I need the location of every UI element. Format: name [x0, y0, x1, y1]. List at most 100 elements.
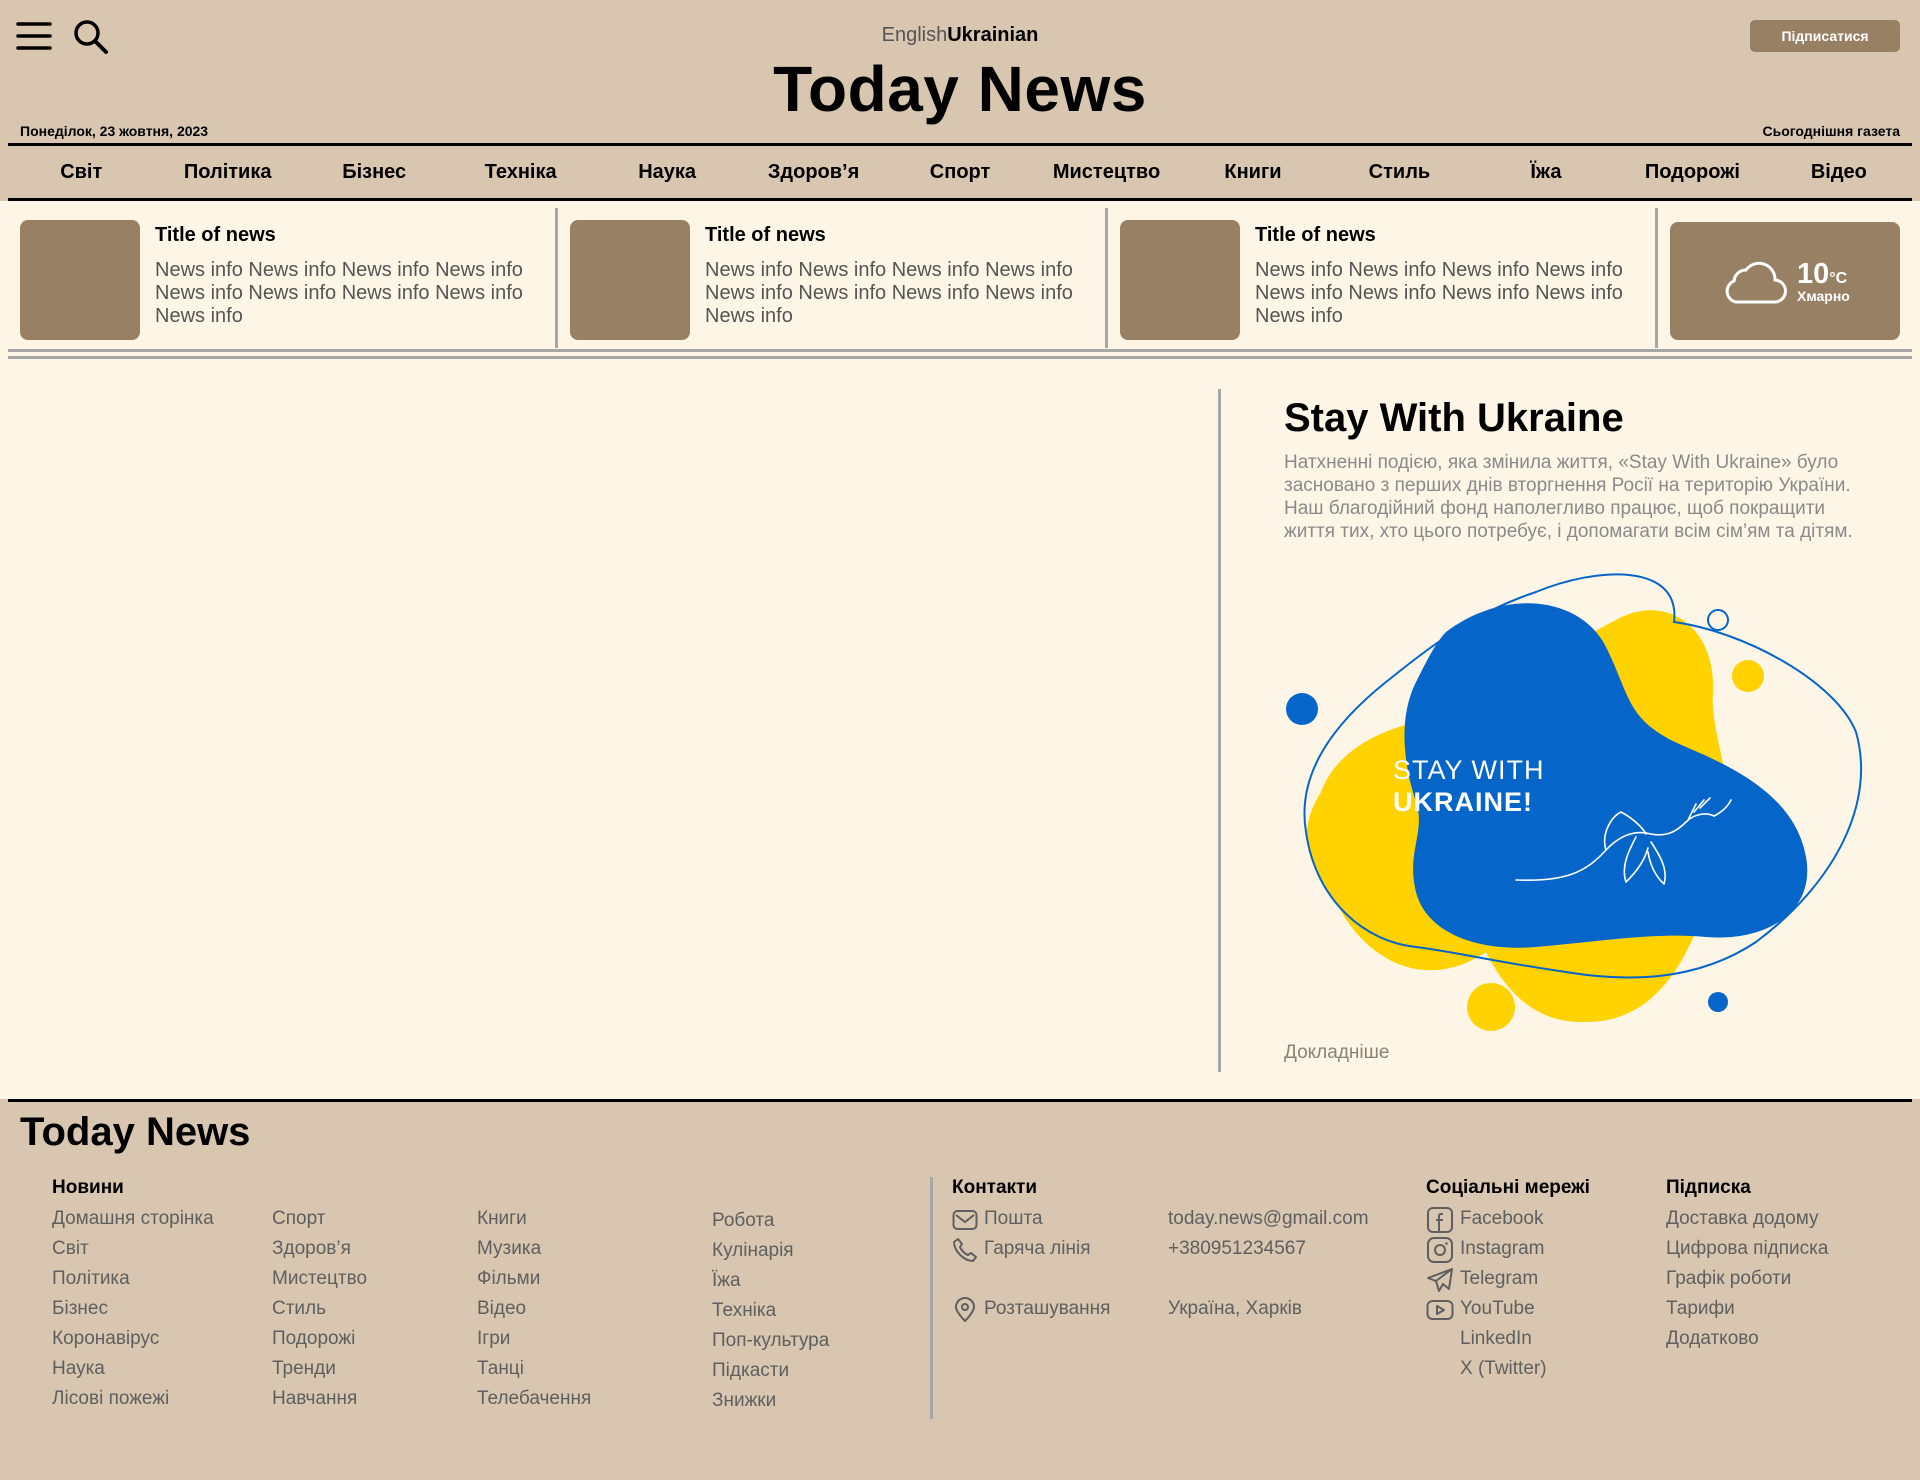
- social-label: Facebook: [1460, 1208, 1544, 1229]
- section-divider: [8, 349, 1912, 352]
- nav-item-business[interactable]: Бізнес: [301, 161, 447, 184]
- nav-item-arts[interactable]: Мистецтво: [1033, 161, 1179, 184]
- footer-link[interactable]: Книги: [477, 1205, 591, 1235]
- news-card[interactable]: Title of news News info News info News i…: [558, 208, 1108, 348]
- footer-link[interactable]: Лісові пожежі: [52, 1385, 214, 1415]
- main-nav: Світ Політика Бізнес Техніка Наука Здоро…: [8, 146, 1912, 198]
- contact-label: Пошта: [984, 1208, 1043, 1229]
- nav-item-travel[interactable]: Подорожі: [1619, 161, 1765, 184]
- contact-mail[interactable]: Пошта today.news@gmail.com: [952, 1205, 1369, 1235]
- footer-link[interactable]: Цифрова підписка: [1666, 1235, 1828, 1265]
- footer-link[interactable]: Фільми: [477, 1265, 591, 1295]
- contact-location[interactable]: Розташування Україна, Харків: [952, 1295, 1369, 1325]
- footer-link[interactable]: Техніка: [712, 1297, 829, 1327]
- graphic-text-line1: STAY WITH: [1393, 755, 1545, 785]
- social-facebook[interactable]: Facebook: [1426, 1205, 1590, 1235]
- social-label: Instagram: [1460, 1238, 1545, 1259]
- social-label: LinkedIn: [1460, 1328, 1532, 1349]
- footer-link[interactable]: Спорт: [272, 1205, 367, 1235]
- read-more-link[interactable]: Докладніше: [1284, 1042, 1389, 1064]
- footer-link[interactable]: Підкасти: [712, 1357, 829, 1387]
- footer-link[interactable]: Знижки: [712, 1387, 829, 1417]
- contact-phone-value[interactable]: +380951234567: [1168, 1235, 1306, 1265]
- social-label: X (Twitter): [1460, 1358, 1547, 1379]
- news-card[interactable]: Title of news News info News info News i…: [8, 208, 558, 348]
- footer-link[interactable]: Графік роботи: [1666, 1265, 1828, 1295]
- nav-item-sport[interactable]: Спорт: [887, 161, 1033, 184]
- news-info: News info News info News info News info …: [705, 259, 1073, 327]
- footer-link[interactable]: Телебачення: [477, 1385, 591, 1415]
- social-linkedin[interactable]: LinkedIn: [1426, 1325, 1590, 1355]
- footer-column-divider: [930, 1177, 933, 1419]
- footer-link[interactable]: Їжа: [712, 1267, 829, 1297]
- social-youtube[interactable]: YouTube: [1426, 1295, 1590, 1325]
- nav-item-science[interactable]: Наука: [594, 161, 740, 184]
- footer-link[interactable]: Подорожі: [272, 1325, 367, 1355]
- subscribe-button[interactable]: Підписатися: [1750, 20, 1900, 52]
- footer-news-column-4: Робота Кулінарія Їжа Техніка Поп-культур…: [712, 1207, 829, 1417]
- nav-item-politics[interactable]: Політика: [154, 161, 300, 184]
- footer-logo[interactable]: Today News: [20, 1110, 250, 1155]
- footer-social-column: Соціальні мережі Facebook Instagram Tele…: [1426, 1177, 1590, 1385]
- footer-link[interactable]: Світ: [52, 1235, 214, 1265]
- nav-item-world[interactable]: Світ: [8, 161, 154, 184]
- contact-hotline[interactable]: Гаряча лінія +380951234567: [952, 1235, 1369, 1265]
- weather-widget[interactable]: 10°C Хмарно: [1670, 222, 1900, 340]
- social-telegram[interactable]: Telegram: [1426, 1265, 1590, 1295]
- lang-english[interactable]: English: [882, 24, 948, 46]
- footer-link[interactable]: Наука: [52, 1355, 214, 1385]
- language-switcher: EnglishUkrainian: [0, 24, 1920, 47]
- lang-ukrainian[interactable]: Ukrainian: [947, 24, 1038, 46]
- footer-link[interactable]: Бізнес: [52, 1295, 214, 1325]
- footer-link[interactable]: Тарифи: [1666, 1295, 1828, 1325]
- nav-item-video[interactable]: Відео: [1766, 161, 1912, 184]
- site-logo[interactable]: Today News: [0, 52, 1920, 126]
- footer-news-column: Новини Домашня сторінка Світ Політика Бі…: [52, 1177, 214, 1415]
- footer-link[interactable]: Ігри: [477, 1325, 591, 1355]
- footer-link[interactable]: Кулінарія: [712, 1237, 829, 1267]
- contact-email-value[interactable]: today.news@gmail.com: [1168, 1205, 1369, 1235]
- footer-link[interactable]: Тренди: [272, 1355, 367, 1385]
- footer-link[interactable]: Мистецтво: [272, 1265, 367, 1295]
- footer-news-heading: Новини: [52, 1177, 124, 1198]
- mail-icon: [952, 1210, 978, 1230]
- news-card[interactable]: Title of news News info News info News i…: [1108, 208, 1658, 348]
- facebook-icon: [1427, 1207, 1453, 1233]
- news-thumbnail: [1120, 220, 1240, 340]
- contact-location-value: Україна, Харків: [1168, 1298, 1302, 1319]
- footer-link[interactable]: Коронавірус: [52, 1325, 214, 1355]
- cloud-icon: [1725, 261, 1787, 304]
- footer-link[interactable]: Політика: [52, 1265, 214, 1295]
- nav-item-tech[interactable]: Техніка: [447, 161, 593, 184]
- footer-link[interactable]: Поп-культура: [712, 1327, 829, 1357]
- footer-subscription-column: Підписка Доставка додому Цифрова підписк…: [1666, 1177, 1828, 1355]
- footer-link[interactable]: Робота: [712, 1207, 829, 1237]
- graphic-text-line2: UKRAINE!: [1393, 787, 1533, 817]
- location-icon: [954, 1297, 976, 1323]
- youtube-icon: [1426, 1300, 1454, 1320]
- social-twitter[interactable]: X (Twitter): [1426, 1355, 1590, 1385]
- content-divider: [1218, 389, 1221, 1072]
- contact-label: Гаряча лінія: [984, 1238, 1091, 1259]
- telegram-icon: [1427, 1268, 1453, 1292]
- footer-link[interactable]: Музика: [477, 1235, 591, 1265]
- todays-paper-link[interactable]: Сьогоднішня газета: [1762, 123, 1900, 139]
- weather-condition: Хмарно: [1797, 288, 1850, 304]
- footer-link[interactable]: Здоров’я: [272, 1235, 367, 1265]
- footer-link[interactable]: Домашня сторінка: [52, 1205, 214, 1235]
- footer-link[interactable]: Танці: [477, 1355, 591, 1385]
- footer-link[interactable]: Відео: [477, 1295, 591, 1325]
- current-date: Понеділок, 23 жовтня, 2023: [20, 123, 209, 139]
- social-instagram[interactable]: Instagram: [1426, 1235, 1590, 1265]
- footer-contacts-column: Контакти Пошта today.news@gmail.com Гаря…: [952, 1177, 1369, 1325]
- social-label: Telegram: [1460, 1268, 1539, 1289]
- footer-link[interactable]: Навчання: [272, 1385, 367, 1415]
- footer-divider: [8, 1099, 1912, 1102]
- nav-item-food[interactable]: Їжа: [1473, 161, 1619, 184]
- nav-item-books[interactable]: Книги: [1180, 161, 1326, 184]
- footer-link[interactable]: Додатково: [1666, 1325, 1828, 1355]
- nav-item-health[interactable]: Здоров’я: [740, 161, 886, 184]
- footer-link[interactable]: Доставка додому: [1666, 1205, 1828, 1235]
- footer-link[interactable]: Стиль: [272, 1295, 367, 1325]
- nav-item-style[interactable]: Стиль: [1326, 161, 1472, 184]
